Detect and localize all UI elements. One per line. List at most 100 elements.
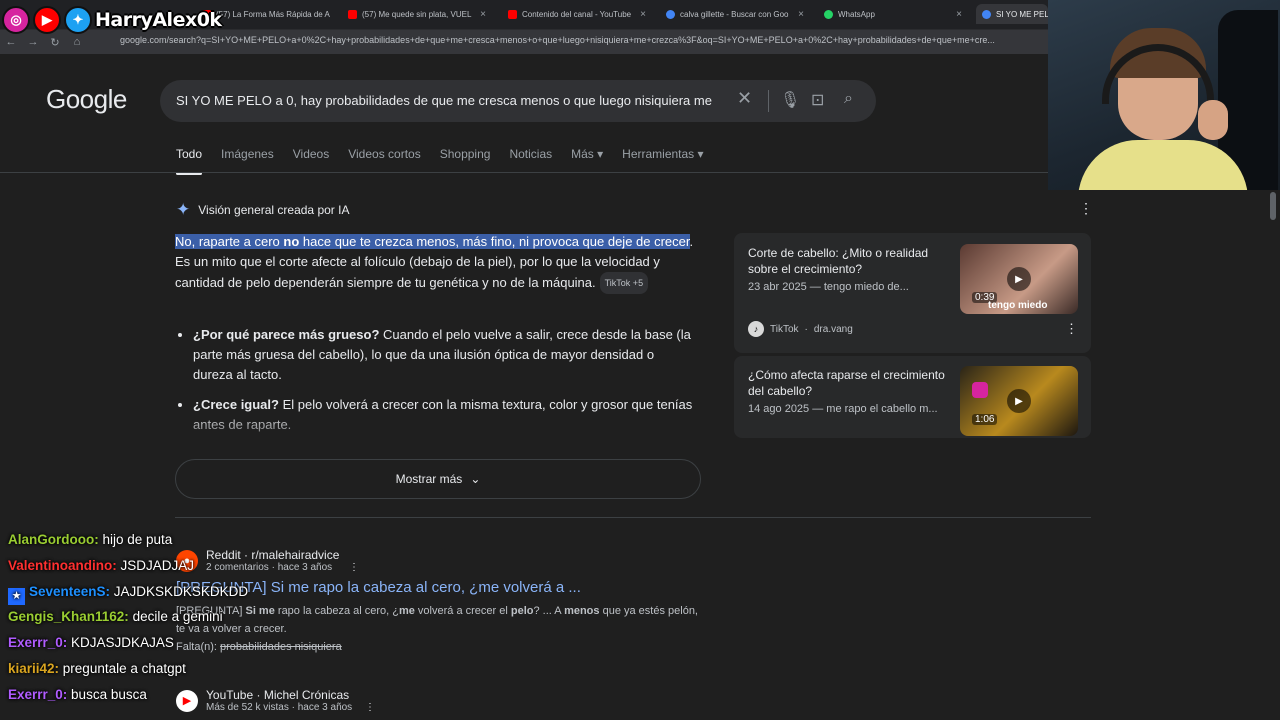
more-options-icon[interactable]: ⋮ [1065,321,1078,337]
browser-tab[interactable]: (57) Me quede sin plata, VUEL × [342,4,492,24]
video-thumbnail[interactable]: ▶ 1:06 [960,366,1078,436]
video-card[interactable]: Corte de cabello: ¿Mito o realidad sobre… [734,233,1091,353]
browser-tab[interactable]: WhatsApp × [818,4,968,24]
tab-herramientas[interactable]: Herramientas ▾ [622,147,703,161]
tab-label: Contenido del canal - YouTube [522,9,632,19]
chat-username: Exerrr_0: [8,686,68,702]
reload-icon[interactable]: ↻ [44,36,66,49]
tab-videos[interactable]: Videos [293,147,329,161]
source-name: TikTok [770,323,799,335]
source-chip[interactable]: TikTok +5 [599,272,649,294]
snippet-bold: menos [564,605,600,617]
url-field[interactable]: google.com/search?q=SI+YO+ME+PELO+a+0%2C… [120,35,1040,45]
more-options-icon[interactable]: ⋮ [365,702,375,713]
webcam-overlay [1048,0,1280,190]
twitter-icon: ✦ [64,6,92,34]
forward-icon[interactable]: → [22,36,44,48]
chat-message: Valentinoandino: JSDJADJAJ [0,558,300,584]
card-date: 23 abr 2025 — tengo miedo de... [748,281,909,293]
chat-message: AlanGordooo: hijo de puta [0,532,300,558]
search-tabs: Todo Imágenes Videos Videos cortos Shopp… [176,147,704,175]
youtube-icon [508,9,517,19]
more-options-icon[interactable]: ⋮ [349,562,359,573]
tab-noticias[interactable]: Noticias [509,147,552,161]
results-divider [175,517,1091,518]
chat-username: SeventeenS: [29,583,111,599]
chat-message: Exerrr_0: busca busca [0,687,300,713]
microphone-icon[interactable]: 🎙 [780,90,800,110]
thumbnail-caption: tengo miedo [988,300,1048,311]
ai-overview-title: Visión general creada por IA [198,203,350,217]
chat-text: busca busca [67,686,147,702]
youtube-icon [348,9,357,19]
chat-badge-icon: ★ [8,587,25,605]
bullet-heading: ¿Crece igual? [193,397,279,412]
tab-shopping[interactable]: Shopping [440,147,491,161]
clear-icon[interactable]: ✕ [737,88,752,109]
sparkle-icon: ✦ [176,200,191,219]
video-thumbnail[interactable]: ▶ 0:39 tengo miedo [960,244,1078,314]
search-box[interactable]: SI YO ME PELO a 0, hay probabilidades de… [160,80,876,122]
screen: (57) La Forma Más Rápida de A (57) Me qu… [0,0,1280,720]
card-title[interactable]: Corte de cabello: ¿Mito o realidad sobre… [748,245,948,277]
close-tab-icon[interactable]: × [480,9,486,20]
separator: · [804,323,808,335]
search-input[interactable]: SI YO ME PELO a 0, hay probabilidades de… [176,93,732,108]
streamer-hand [1198,100,1228,140]
close-tab-icon[interactable]: × [640,9,646,20]
more-options-icon[interactable]: ⋮ [1079,200,1093,217]
tab-todo[interactable]: Todo [176,147,203,175]
show-more-button[interactable]: Mostrar más ⌄ [175,459,701,499]
video-duration: 1:06 [972,414,998,425]
browser-tab[interactable]: calva gillette - Buscar con Goo × [660,4,810,24]
video-card[interactable]: ¿Cómo afecta raparse el crecimiento del … [734,356,1091,438]
scrollbar-thumb[interactable] [1270,192,1276,220]
highlighted-text: No, raparte a cero [175,234,284,249]
snippet-bold: pelo [510,605,534,617]
chat-message: kiarii42: preguntale a chatgpt [0,661,300,687]
chat-overlay: AlanGordooo: hijo de puta Valentinoandin… [0,532,300,713]
card-title[interactable]: ¿Cómo afecta raparse el crecimiento del … [748,367,948,399]
tab-label: calva gillette - Buscar con Goo [680,9,789,19]
chat-text: JAJDKSKDKSKDKDD [110,583,249,599]
ai-overview-answer: No, raparte a cero no hace que te crezca… [175,232,695,294]
close-tab-icon[interactable]: × [798,9,804,20]
tab-mas[interactable]: Más ▾ [571,147,603,161]
bullet-heading: ¿Por qué parece más grueso? [193,327,380,342]
tab-imagenes[interactable]: Imágenes [221,147,274,161]
chat-username: AlanGordooo: [8,532,99,547]
source-author: dra.vang [813,323,853,335]
browser-tab-active[interactable]: SI YO ME PELO [976,4,1048,24]
snippet-text: volverá a crecer el [414,605,511,617]
streamer-handle: HarryAlex0k [95,9,222,31]
ai-overview-header: ✦ Visión general creada por IA [176,200,349,220]
instagram-icon [972,382,988,398]
chat-text: JSDJADJAJ [116,557,195,573]
tab-label: (57) La Forma Más Rápida de A [216,9,330,19]
whatsapp-icon [824,9,833,19]
chat-username: Valentinoandino: [8,557,117,573]
google-logo[interactable]: Google [46,84,127,115]
chat-text: hijo de puta [98,532,173,547]
snippet-bold: me [398,605,415,617]
tab-label: WhatsApp [838,9,875,19]
search-divider [768,90,769,112]
chat-text: preguntale a chatgpt [59,660,186,676]
home-icon[interactable]: ⌂ [66,36,88,48]
tab-label: SI YO ME PELO [996,9,1048,19]
highlighted-text: hace que te crezca menos, más fino, ni p… [299,234,690,249]
content-fade [170,412,730,452]
search-icon[interactable]: ⌕ [844,90,853,108]
tab-videos-cortos[interactable]: Videos cortos [348,147,421,161]
google-icon [982,9,991,19]
lens-icon[interactable]: ⊡ [811,90,824,110]
snippet-text: ? ... A [533,605,565,617]
play-icon[interactable]: ▶ [1007,267,1031,291]
back-icon[interactable]: ← [0,36,22,48]
chevron-down-icon: ⌄ [470,472,481,486]
chat-message: ★ SeventeenS: JAJDKSKDKSKDKDD [0,584,300,610]
browser-tab[interactable]: Contenido del canal - YouTube × [502,4,652,24]
close-tab-icon[interactable]: × [956,9,962,20]
play-icon[interactable]: ▶ [1007,389,1031,413]
chat-username: kiarii42: [8,660,60,676]
